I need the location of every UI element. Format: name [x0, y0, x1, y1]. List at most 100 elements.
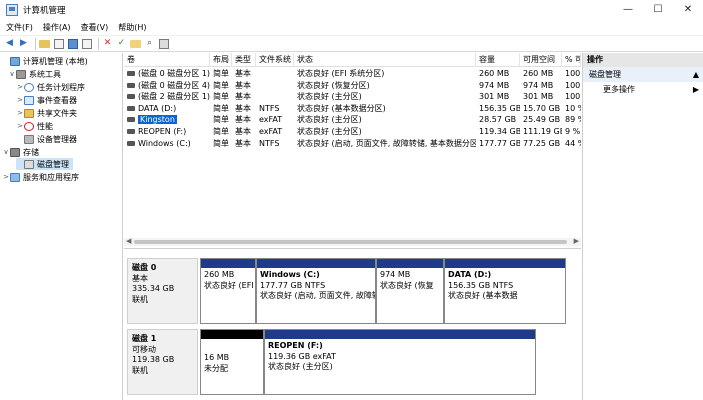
col-free-space[interactable]: 可用空间	[520, 53, 562, 67]
disk-1-label[interactable]: 磁盘 1 可移动 119.38 GB 联机	[127, 329, 198, 395]
cell-type: 基本	[235, 127, 251, 136]
scroll-left-icon[interactable]: ◀	[126, 237, 131, 245]
col-type[interactable]: 类型	[232, 53, 256, 67]
volume-icon	[127, 117, 135, 123]
folder-icon[interactable]	[39, 38, 50, 49]
partition-recovery[interactable]: 974 MB 状态良好 (恢复	[376, 258, 444, 324]
cell-type: 基本	[235, 80, 251, 90]
scrollbar-thumb[interactable]	[134, 240, 567, 244]
partition-efi[interactable]: 260 MB 状态良好 (EFI	[200, 258, 256, 324]
cell-free: 25.49 GB	[523, 115, 561, 125]
tree-services-applications[interactable]: > 服务和应用程序	[2, 171, 79, 183]
tree-disk-management[interactable]: 磁盘管理	[16, 158, 73, 170]
submenu-arrow-icon[interactable]: ▶	[693, 82, 699, 97]
cell-pct: 100	[565, 69, 581, 78]
menu-help[interactable]: 帮助(H)	[114, 22, 150, 33]
folder-open-icon[interactable]	[130, 38, 141, 49]
partition-status: 未分配	[204, 363, 228, 373]
col-status[interactable]: 状态	[294, 53, 476, 67]
table-row[interactable]: (磁盘 0 磁盘分区 4) 简单 基本 状态良好 (恢复分区) 974 MB 9…	[124, 80, 581, 92]
tree-performance[interactable]: > 性能	[16, 120, 53, 132]
tree-label: 性能	[37, 121, 53, 131]
back-arrow-icon[interactable]: ◀	[4, 38, 15, 49]
menu-action[interactable]: 操作(A)	[39, 22, 75, 33]
partition-bar	[265, 330, 535, 339]
volume-list: 卷 布局 类型 文件系统 状态 容量 可用空间 % 可 (磁盘 0 磁盘分区 1…	[124, 53, 581, 238]
action-label: 磁盘管理	[589, 70, 621, 79]
disk-size: 335.34 GB	[132, 284, 175, 293]
tree-storage[interactable]: ∨ 存储	[2, 146, 39, 158]
table-row[interactable]: Kingston 简单 基本 exFAT 状态良好 (主分区) 28.57 GB…	[124, 114, 581, 126]
col-layout[interactable]: 布局	[210, 53, 232, 67]
menu-file[interactable]: 文件(F)	[2, 22, 37, 33]
menu-view[interactable]: 查看(V)	[77, 22, 113, 33]
action-disk-management[interactable]: 磁盘管理 ▲	[583, 67, 703, 82]
cell-fs: exFAT	[259, 127, 283, 136]
cell-free: 111.19 GB	[523, 127, 562, 136]
disk-graphical-view: 磁盘 0 基本 335.34 GB 联机 260 MB 状态良好 (EFI Wi…	[124, 248, 581, 400]
action-label: 更多操作	[603, 85, 635, 94]
table-row[interactable]: REOPEN (F:) 简单 基本 exFAT 状态良好 (主分区) 119.3…	[124, 126, 581, 138]
disk-icon[interactable]	[158, 38, 169, 49]
cell-fs: NTFS	[259, 103, 280, 113]
tree-label: 磁盘管理	[37, 159, 69, 169]
action-more-actions[interactable]: 更多操作 ▶	[583, 82, 703, 97]
cell-volume: REOPEN (F:)	[124, 126, 210, 138]
show-hide-icon[interactable]	[81, 38, 92, 49]
toolbar-separator	[98, 37, 99, 50]
tree-caret[interactable]: ∨	[2, 148, 10, 156]
partition-name: DATA (D:)	[448, 270, 492, 279]
maximize-button[interactable]: ☐	[643, 0, 673, 20]
partition-reopen-f[interactable]: REOPEN (F:) 119.36 GB exFAT 状态良好 (主分区)	[264, 329, 536, 395]
disk-0-label[interactable]: 磁盘 0 基本 335.34 GB 联机	[127, 258, 198, 324]
tree-caret[interactable]: >	[16, 83, 24, 91]
col-filesystem[interactable]: 文件系统	[256, 53, 294, 67]
cell-layout: 简单	[213, 92, 229, 102]
tree-device-manager[interactable]: 设备管理器	[16, 133, 77, 145]
col-capacity[interactable]: 容量	[476, 53, 520, 67]
tree-shared-folders[interactable]: > 共享文件夹	[16, 107, 77, 119]
minimize-button[interactable]: —	[613, 0, 643, 20]
tree-caret[interactable]: >	[16, 122, 24, 130]
table-row[interactable]: (磁盘 0 磁盘分区 1) 简单 基本 状态良好 (EFI 系统分区) 260 …	[124, 68, 581, 80]
table-row[interactable]: (磁盘 2 磁盘分区 1) 简单 基本 状态良好 (主分区) 301 MB 30…	[124, 91, 581, 103]
tree-system-tools[interactable]: ∨ 系统工具	[8, 68, 61, 80]
partition-size: 119.36 GB exFAT	[268, 351, 336, 361]
cell-type: 基本	[235, 138, 251, 148]
partition-windows-c[interactable]: Windows (C:) 177.77 GB NTFS 状态良好 (启动, 页面…	[256, 258, 376, 324]
collapse-arrow-icon[interactable]: ▲	[693, 67, 699, 82]
help-icon[interactable]	[67, 38, 78, 49]
close-icon[interactable]: ✕	[102, 38, 113, 49]
cell-type: 基本	[235, 103, 251, 113]
tree-task-scheduler[interactable]: > 任务计划程序	[16, 81, 85, 93]
close-button[interactable]: ✕	[673, 0, 703, 20]
partition-unallocated[interactable]: 16 MB 未分配	[200, 329, 264, 395]
cell-status: 状态良好 (主分区)	[297, 127, 362, 136]
scroll-right-icon[interactable]: ▶	[574, 237, 579, 245]
search-icon[interactable]: ⌕	[144, 38, 155, 49]
horizontal-scrollbar[interactable]: ◀ ▶	[124, 237, 581, 246]
tree-caret[interactable]: >	[16, 109, 24, 117]
check-icon[interactable]: ✓	[116, 38, 127, 49]
table-row[interactable]: Windows (C:) 简单 基本 NTFS 状态良好 (启动, 页面文件, …	[124, 138, 581, 150]
cell-capacity: 301 MB	[479, 92, 510, 102]
cell-layout: 简单	[213, 127, 229, 136]
tree-event-viewer[interactable]: > 事件查看器	[16, 94, 77, 106]
cell-free: 301 MB	[523, 92, 554, 102]
menu-bar: 文件(F) 操作(A) 查看(V) 帮助(H)	[0, 20, 703, 36]
cell-status: 状态良好 (基本数据分区)	[297, 103, 386, 113]
partition-size: 177.77 GB NTFS	[260, 280, 326, 290]
column-headers: 卷 布局 类型 文件系统 状态 容量 可用空间 % 可	[124, 53, 581, 67]
cell-capacity: 974 MB	[479, 80, 510, 90]
tree-caret[interactable]: >	[2, 173, 10, 181]
disk-state: 联机	[132, 294, 148, 304]
table-row[interactable]: DATA (D:) 简单 基本 NTFS 状态良好 (基本数据分区) 156.3…	[124, 103, 581, 115]
partition-data-d[interactable]: DATA (D:) 156.35 GB NTFS 状态良好 (基本数据	[444, 258, 566, 324]
forward-arrow-icon[interactable]: ▶	[18, 38, 29, 49]
col-percent-free[interactable]: % 可	[562, 53, 581, 67]
properties-icon[interactable]	[53, 38, 64, 49]
tree-caret[interactable]: ∨	[8, 70, 16, 78]
tree-computer-management[interactable]: 计算机管理 (本地)	[2, 55, 88, 67]
tree-caret[interactable]: >	[16, 96, 24, 104]
col-volume[interactable]: 卷	[124, 53, 210, 67]
